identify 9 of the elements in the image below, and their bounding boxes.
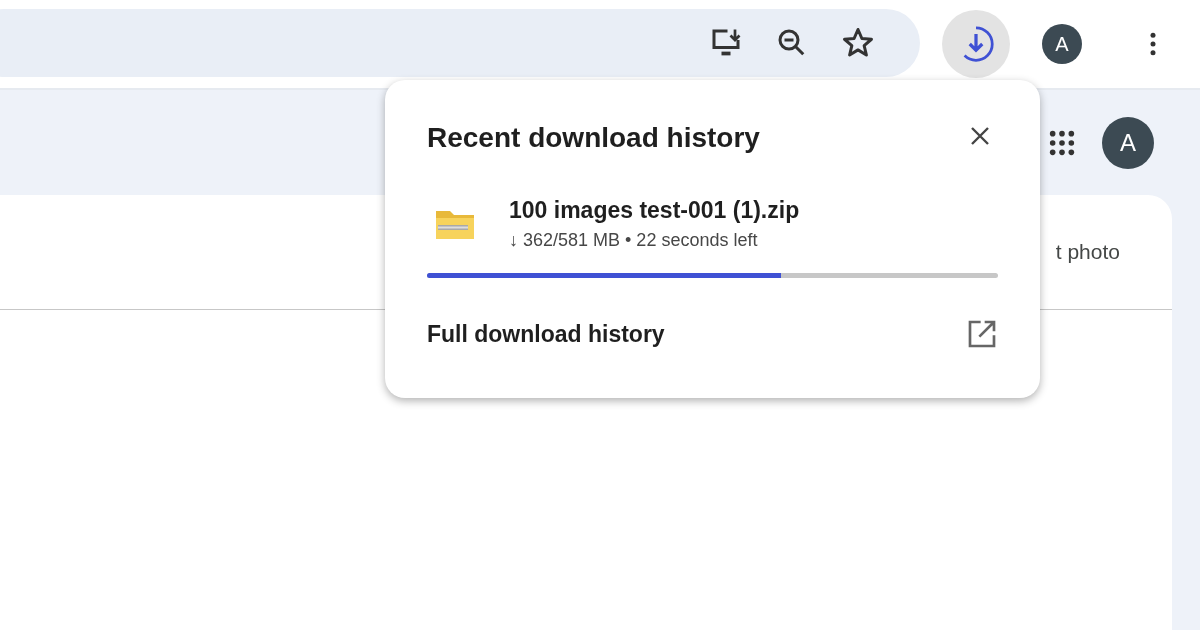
file-name: 100 images test-001 (1).zip — [509, 197, 800, 224]
profile-avatar[interactable]: A — [1042, 24, 1082, 64]
profile-avatar[interactable]: A — [1102, 116, 1154, 169]
download-status: ↓ 362/581 MB • 22 seconds left — [509, 230, 759, 251]
card-tab-label[interactable]: t photo — [1055, 240, 1120, 264]
full-history-link[interactable]: Full download history — [427, 320, 665, 348]
apps-grid-icon[interactable] — [1048, 128, 1076, 157]
popup-title: Recent download history — [427, 122, 760, 154]
external-link-icon[interactable] — [966, 318, 998, 350]
